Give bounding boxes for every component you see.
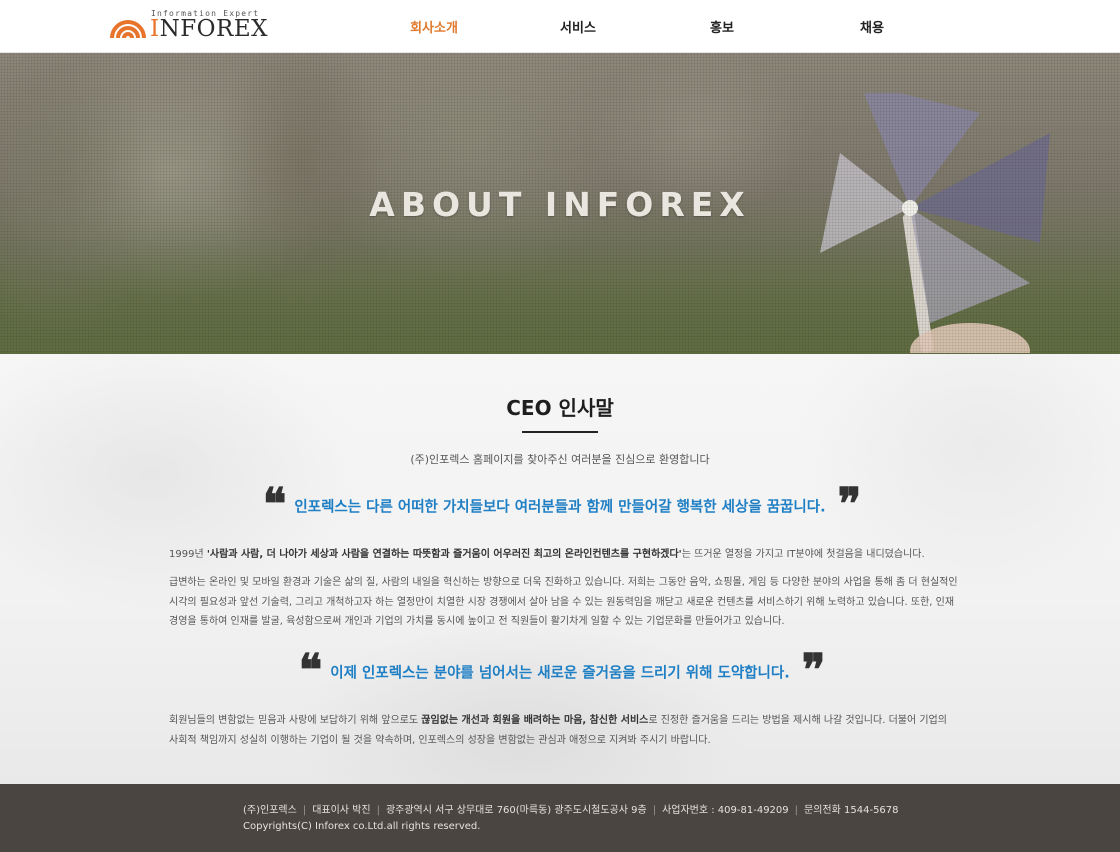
paragraph-1-part-c: 는 뜨거운 열정을 가지고 IT분야에 첫걸음을 내디뎠습니다.: [681, 549, 925, 560]
footer-company-info: (주)인포렉스 | 대표이사 박진 | 광주광역시 서구 상무대로 760(마륵동) 광…: [243, 801, 899, 816]
close-quote-icon: ❞: [801, 645, 826, 696]
section-title: CEO 인사말: [506, 396, 614, 420]
logo-wordmark-accent: I: [150, 16, 160, 42]
inforex-logo[interactable]: Information Expert INFOREX: [108, 8, 268, 42]
close-quote-icon: ❞: [837, 479, 862, 530]
logo-wordmark: INFOREX: [150, 16, 268, 42]
nav-item-promotion[interactable]: 홍보: [706, 17, 738, 37]
footer-phone: 문의전화 1544-5678: [804, 805, 899, 816]
footer-separator: |: [376, 805, 380, 816]
ceo-greeting-section: CEO 인사말 (주)인포렉스 홈페이지를 찾아주신 여러분을 진심으로 환영합…: [0, 354, 1120, 784]
paragraph-3-emphasis: 끊임없는 개선과 회원을 배려하는 마음, 참신한 서비스: [421, 715, 649, 726]
nav-item-about[interactable]: 회사소개: [408, 17, 460, 37]
quote-heading-2: ❝ 이제 인포렉스는 분야를 넘어서는 새로운 즐거움을 드리기 위해 도약합니다…: [0, 645, 1120, 696]
footer-separator: |: [652, 805, 657, 816]
footer-address: 광주광역시 서구 상무대로 760(마륵동) 광주도시철도공사 9층: [385, 805, 647, 816]
nav-item-recruit[interactable]: 채용: [856, 17, 888, 37]
footer-ceo: 대표이사 박진: [312, 805, 371, 816]
quote-text-2: 이제 인포렉스는 분야를 넘어서는 새로운 즐거움을 드리기 위해 도약합니다.: [330, 665, 790, 682]
title-divider: [522, 431, 598, 433]
logo-signal-icon: [110, 20, 146, 39]
site-footer: (주)인포렉스 | 대표이사 박진 | 광주광역시 서구 상무대로 760(마륵동) 광…: [0, 784, 1120, 852]
paragraph-3: 회원님들의 변함없는 믿음과 사랑에 보답하기 위해 앞으로도 끊임없는 개선과…: [169, 711, 959, 750]
paragraph-1-part-a: 1999년: [169, 549, 207, 560]
quote-heading-1: ❝ 인포렉스는 다른 어떠한 가치들보다 여러분들과 함께 만들어갈 행복한 세상…: [0, 479, 1120, 530]
hero-title: ABOUT INFOREX: [369, 185, 751, 224]
footer-company: (주)인포렉스: [243, 805, 297, 816]
nav-item-service[interactable]: 서비스: [556, 17, 600, 37]
quote-text-1: 인포렉스는 다른 어떠한 가치들보다 여러분들과 함께 만들어갈 행복한 세상을…: [294, 499, 826, 516]
paragraph-3-part-a: 회원님들의 변함없는 믿음과 사랑에 보답하기 위해 앞으로도: [169, 715, 422, 726]
open-quote-icon: ❝: [298, 645, 323, 696]
site-header: Information Expert INFOREX 회사소개 서비스 홍보 채…: [0, 0, 1120, 53]
footer-business-no: 사업자번호 : 409-81-49209: [662, 805, 789, 816]
footer-separator: |: [302, 805, 307, 816]
paragraph-1-emphasis: '사람과 사람, 더 나아가 세상과 사람을 연결하는 따뜻함과 즐거움이 어우…: [206, 549, 682, 560]
paragraph-2: 급변하는 온라인 및 모바일 환경과 기술은 삶의 질, 사람의 내일을 혁신하…: [169, 577, 958, 627]
footer-separator: |: [794, 805, 799, 816]
open-quote-icon: ❝: [262, 479, 287, 530]
footer-copyright: Copyrights(C) Inforex co.Ltd.all rights …: [243, 821, 481, 832]
paragraph-1: 1999년 '사람과 사람, 더 나아가 세상과 사람을 연결하는 따뜻함과 즐…: [169, 545, 959, 565]
logo-wordmark-rest: NFOREX: [159, 16, 269, 42]
hero-banner: ABOUT INFOREX: [0, 53, 1120, 354]
section-subtitle: (주)인포렉스 홈페이지를 찾아주신 여러분을 진심으로 환영합니다: [410, 453, 710, 466]
